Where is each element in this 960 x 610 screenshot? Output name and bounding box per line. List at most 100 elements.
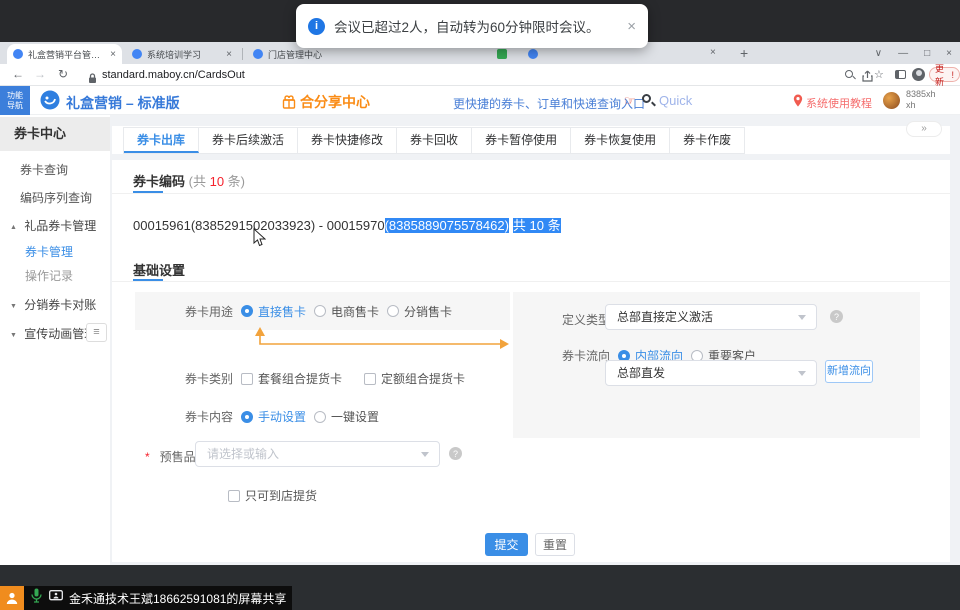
quick-search-icon[interactable] xyxy=(642,94,651,103)
store-only-row: 只可到店提货 xyxy=(228,487,317,504)
tab-card-suspend[interactable]: 券卡暂停使用 xyxy=(472,128,571,153)
tab-card-quick-edit[interactable]: 券卡快捷修改 xyxy=(298,128,397,153)
app-header: 功能 导航 礼盒营销 – 标准版 合分享中心 更快捷的券卡、订单和快递查询入口 … xyxy=(0,86,960,115)
url-text[interactable]: standard.maboy.cn/CardsOut xyxy=(102,69,245,81)
function-nav-button[interactable]: 功能 导航 xyxy=(0,86,30,115)
sidebar-group-gift-card-management[interactable]: ▲ 礼品券卡管理 xyxy=(0,217,110,234)
card-code-range[interactable]: 00015961(8385291502033923) - 00015970(83… xyxy=(133,215,561,234)
back-icon[interactable]: ← xyxy=(12,67,24,81)
forward-icon[interactable]: → xyxy=(34,67,46,81)
tab-card-recycle[interactable]: 券卡回收 xyxy=(397,128,472,153)
tabs-more-button[interactable]: » xyxy=(906,121,942,137)
checkbox-store-pickup-only[interactable]: 只可到店提货 xyxy=(228,487,317,504)
quick-entry-text[interactable]: 更快捷的券卡、订单和快递查询入口 xyxy=(453,95,645,112)
browser-tab-2[interactable]: 系统培训学习 × xyxy=(126,44,238,64)
help-icon[interactable] xyxy=(449,447,462,460)
checkbox-icon xyxy=(241,373,253,385)
app-title: 礼盒营销 – 标准版 xyxy=(66,93,180,113)
tab-title: 系统培训学习 xyxy=(147,48,221,61)
pointer-finger-icon: ☞ xyxy=(624,93,636,109)
tutorial-link[interactable]: 系统使用教程 xyxy=(806,95,872,111)
main-card: 券卡编码 (共 10 条) 00015961(8385291502033923)… xyxy=(112,160,950,562)
tab-favicon xyxy=(132,49,142,59)
side-panel-icon[interactable] xyxy=(895,70,906,79)
checkbox-icon xyxy=(364,373,376,385)
radio-icon xyxy=(387,305,399,317)
radio-icon xyxy=(314,305,326,317)
browser-update-button[interactable]: 更新 ! xyxy=(929,67,960,82)
radio-icon xyxy=(314,411,326,423)
radio-one-click-setup[interactable]: 一键设置 xyxy=(314,408,379,425)
sidebar-item-card-management[interactable]: 券卡管理 xyxy=(0,243,110,260)
tab-separator xyxy=(242,48,243,60)
card-content-row: 券卡内容 手动设置 一键设置 xyxy=(185,408,379,425)
new-tab-button[interactable]: + xyxy=(740,45,748,61)
user-avatar[interactable] xyxy=(883,92,900,109)
count-number: 10 xyxy=(210,174,224,189)
tab-card-void[interactable]: 券卡作废 xyxy=(670,128,744,153)
card-usage-row: 券卡用途 直接售卡 电商售卡 分销售卡 xyxy=(135,292,510,330)
bookmark-star-icon[interactable]: ☆ xyxy=(874,68,884,81)
submit-button[interactable]: 提交 xyxy=(485,533,528,556)
add-flow-button[interactable]: 新增流向 xyxy=(825,360,873,383)
close-icon[interactable]: × xyxy=(946,48,952,59)
radio-direct-sale[interactable]: 直接售卡 xyxy=(241,303,306,320)
quick-label[interactable]: Quick xyxy=(659,93,692,108)
tab-card-outbound[interactable]: 券卡出库 xyxy=(124,128,199,153)
section-divider xyxy=(112,193,950,194)
tab-card-later-activation[interactable]: 券卡后续激活 xyxy=(199,128,298,153)
share-icon[interactable] xyxy=(862,69,873,87)
section-divider xyxy=(112,281,950,282)
presale-brand-select[interactable]: 请选择或输入 xyxy=(195,441,440,467)
sidebar-group-distribution-reconciliation[interactable]: ▼ 分销券卡对账 xyxy=(0,296,110,313)
browser-profile-avatar[interactable] xyxy=(912,68,925,81)
triangle-up-icon: ▲ xyxy=(10,224,17,231)
radio-manual-setup[interactable]: 手动设置 xyxy=(241,408,306,425)
sidebar-item-card-query[interactable]: 券卡查询 xyxy=(0,161,110,178)
microphone-icon[interactable] xyxy=(31,588,42,608)
browser-tab-1[interactable]: 礼盒营销平台管理中心 × xyxy=(7,44,122,64)
location-pin-icon xyxy=(793,94,803,112)
define-type-label: 定义类型 xyxy=(562,311,610,328)
tab-close-icon[interactable]: × xyxy=(710,47,716,58)
tab-close-icon[interactable]: × xyxy=(226,49,232,60)
minimize-icon[interactable]: — xyxy=(898,48,908,59)
maximize-icon[interactable]: □ xyxy=(924,48,930,59)
hidden-tab-favicon[interactable] xyxy=(528,49,538,59)
tab-card-resume[interactable]: 券卡恢复使用 xyxy=(571,128,670,153)
flow-select[interactable]: 总部直发 xyxy=(605,360,817,386)
reload-icon[interactable]: ↻ xyxy=(58,67,68,81)
section-title-card-codes: 券卡编码 (共 10 条) xyxy=(133,171,245,190)
radio-distribution-sale[interactable]: 分销售卡 xyxy=(387,303,452,320)
main-tabs-group: 券卡出库 券卡后续激活 券卡快捷修改 券卡回收 券卡暂停使用 券卡恢复使用 券卡… xyxy=(123,127,745,154)
help-icon[interactable] xyxy=(830,310,843,323)
triangle-down-icon: ▼ xyxy=(10,303,17,310)
checkbox-fixed-combo-pickup-card[interactable]: 定额组合提货卡 xyxy=(364,370,465,387)
hidden-tab-favicon[interactable] xyxy=(497,49,507,59)
zoom-icon[interactable] xyxy=(845,70,853,78)
chevron-down-icon xyxy=(798,371,806,376)
share-center-link[interactable]: 合分享中心 xyxy=(282,92,370,112)
tab-close-icon[interactable]: × xyxy=(110,49,116,60)
main-tabs-bar: 券卡出库 券卡后续激活 券卡快捷修改 券卡回收 券卡暂停使用 券卡恢复使用 券卡… xyxy=(112,126,950,154)
toast-close-icon[interactable]: × xyxy=(627,18,636,35)
presenter-icon xyxy=(0,586,24,610)
chevron-down-icon xyxy=(421,452,429,457)
checkbox-icon xyxy=(228,490,240,502)
screen-share-bar: 金禾通技术王斌18662591081的屏幕共享 xyxy=(0,586,292,610)
tab-search-chevron-icon[interactable]: ∨ xyxy=(875,48,882,59)
gift-icon xyxy=(282,95,296,109)
category-label: 券卡类别 xyxy=(185,370,233,387)
define-type-select[interactable]: 总部直接定义激活 xyxy=(605,304,817,330)
selected-text: (8385889075578462) xyxy=(385,218,509,233)
reset-button[interactable]: 重置 xyxy=(535,533,575,556)
checkbox-combo-pickup-card[interactable]: 套餐组合提货卡 xyxy=(241,370,342,387)
sidebar-item-code-sequence-query[interactable]: 编码序列查询 xyxy=(0,189,110,206)
section-title-basic-settings: 基础设置 xyxy=(133,260,185,279)
sidebar-collapse-toggle[interactable]: ≡ xyxy=(86,323,107,342)
sidebar-item-operation-log[interactable]: 操作记录 xyxy=(0,267,110,284)
user-id: 8385xh xh xyxy=(906,89,936,111)
tab-title: 门店管理中心 xyxy=(268,48,353,61)
radio-ecommerce-sale[interactable]: 电商售卡 xyxy=(314,303,379,320)
tab-title: 礼盒营销平台管理中心 xyxy=(28,48,105,61)
